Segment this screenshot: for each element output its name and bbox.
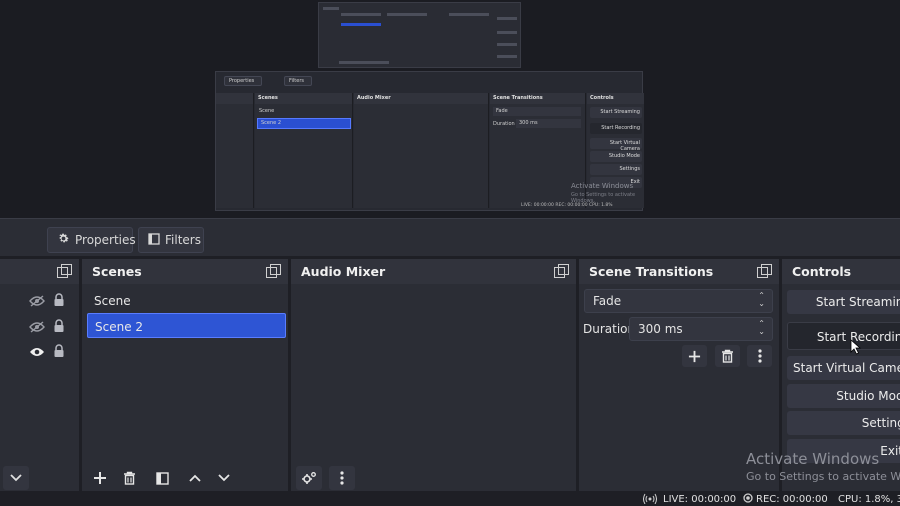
scene-filters-icon[interactable] bbox=[149, 466, 175, 490]
mini-filters-tab: Filters bbox=[284, 76, 312, 86]
mini-watermark-title: Activate Windows bbox=[571, 182, 634, 190]
controls-title: Controls bbox=[792, 264, 852, 279]
mini-scene-item-selected: Scene 2 bbox=[257, 118, 351, 129]
chevron-up-icon[interactable] bbox=[182, 466, 208, 490]
mini-control: Studio Mode bbox=[590, 151, 642, 162]
mini-controls-title: Controls bbox=[587, 93, 644, 104]
settings-button[interactable]: Settings bbox=[787, 411, 900, 435]
start-virtual-camera-button[interactable]: Start Virtual Camera bbox=[787, 356, 900, 380]
scene-transitions-title: Scene Transitions bbox=[589, 264, 714, 279]
mini-control: Start Streaming bbox=[590, 107, 642, 118]
more-vertical-icon[interactable] bbox=[329, 466, 355, 490]
chevron-updown-icon: ⌃ ⌄ bbox=[758, 291, 765, 308]
activate-windows-subtitle: Go to Settings to activate Windows. bbox=[746, 470, 900, 483]
add-transition-button[interactable] bbox=[682, 345, 707, 367]
more-vertical-icon[interactable] bbox=[747, 345, 772, 367]
chevron-down-icon[interactable] bbox=[3, 466, 29, 490]
scene-item-selected[interactable]: Scene 2 bbox=[87, 313, 286, 338]
status-bar: LIVE: 00:00:00 REC: 00:00:00 CPU: 1.8%, … bbox=[0, 491, 900, 506]
mini-control: Start Virtual Camera bbox=[590, 138, 642, 152]
studio-mode-button[interactable]: Studio Mode bbox=[787, 384, 900, 408]
trash-icon[interactable] bbox=[116, 466, 142, 490]
activate-windows-title: Activate Windows bbox=[746, 450, 880, 468]
lock-icon[interactable] bbox=[53, 291, 65, 310]
duration-label: Duration bbox=[583, 322, 636, 336]
filters-label: Filters bbox=[165, 233, 201, 247]
mouse-cursor-icon bbox=[850, 339, 862, 359]
eye-hidden-icon[interactable] bbox=[29, 318, 45, 337]
audio-mixer-dock: Audio Mixer bbox=[291, 259, 576, 491]
nested-obs-preview: Properties Filters Scenes Scene Scene 2 … bbox=[215, 71, 644, 211]
undock-icon[interactable] bbox=[266, 264, 281, 278]
sources-dock bbox=[0, 259, 79, 491]
start-streaming-button[interactable]: Start Streaming bbox=[787, 290, 900, 314]
scene-list: Scene Scene 2 bbox=[82, 284, 288, 491]
eye-visible-icon[interactable] bbox=[29, 343, 45, 362]
trash-icon[interactable] bbox=[715, 345, 740, 367]
mini-duration-label: Duration bbox=[493, 121, 515, 127]
eye-hidden-icon[interactable] bbox=[29, 292, 45, 311]
rec-timer: REC: 00:00:00 bbox=[756, 494, 828, 505]
gear-icon bbox=[57, 232, 70, 248]
lock-icon[interactable] bbox=[53, 317, 65, 336]
cpu-usage: CPU: 1.8%, 30 bbox=[838, 494, 900, 505]
program-preview[interactable]: Properties Filters Scenes Scene Scene 2 … bbox=[0, 0, 900, 218]
mini-transition-select: Fade bbox=[493, 107, 581, 116]
audio-mixer-title: Audio Mixer bbox=[301, 264, 386, 279]
record-icon bbox=[743, 493, 753, 506]
source-toolbar: Properties Filters bbox=[0, 218, 900, 256]
duration-spinbox[interactable]: 300 ms ⌃ ⌄ bbox=[629, 317, 773, 341]
transition-value: Fade bbox=[593, 294, 622, 308]
mini-control: Settings bbox=[590, 164, 642, 175]
mini-transitions-title: Scene Transitions bbox=[490, 93, 585, 104]
transition-select[interactable]: Fade ⌃ ⌄ bbox=[584, 289, 773, 313]
chevron-down-icon[interactable] bbox=[211, 466, 237, 490]
audio-mixer-body bbox=[291, 284, 576, 491]
live-timer: LIVE: 00:00:00 bbox=[663, 494, 737, 505]
obs-window: Properties Filters Scenes Scene Scene 2 … bbox=[0, 0, 900, 506]
scenes-dock: Scenes Scene Scene 2 bbox=[82, 259, 288, 491]
broadcast-icon bbox=[643, 493, 657, 506]
mini-scene-item: Scene bbox=[259, 108, 275, 114]
mini-scenes-title: Scenes bbox=[255, 93, 352, 104]
mini-duration-value: 300 ms bbox=[516, 119, 581, 128]
properties-label: Properties bbox=[75, 233, 136, 247]
properties-button[interactable]: Properties bbox=[47, 227, 136, 253]
duration-value: 300 ms bbox=[638, 322, 683, 336]
scene-item[interactable]: Scene bbox=[87, 288, 286, 313]
audio-settings-icon[interactable] bbox=[296, 466, 322, 490]
nested-preview-thumbnail bbox=[318, 2, 521, 68]
scenes-title: Scenes bbox=[92, 264, 142, 279]
mini-status: LIVE: 00:00:00 REC: 00:00:00 CPU: 1.8% bbox=[521, 203, 613, 208]
mini-properties-tab: Properties bbox=[224, 76, 262, 86]
mini-control: Start Recording bbox=[590, 123, 642, 134]
undock-icon[interactable] bbox=[757, 264, 772, 278]
undock-icon[interactable] bbox=[57, 264, 72, 278]
spin-arrows-icon[interactable]: ⌃ ⌄ bbox=[758, 320, 765, 336]
lock-icon[interactable] bbox=[53, 342, 65, 361]
start-recording-button[interactable]: Start Recording bbox=[787, 322, 900, 350]
add-scene-button[interactable] bbox=[87, 466, 113, 490]
undock-icon[interactable] bbox=[554, 264, 569, 278]
filters-button[interactable]: Filters bbox=[138, 227, 204, 253]
filter-icon bbox=[148, 232, 160, 248]
mini-audio-title: Audio Mixer bbox=[354, 93, 488, 104]
